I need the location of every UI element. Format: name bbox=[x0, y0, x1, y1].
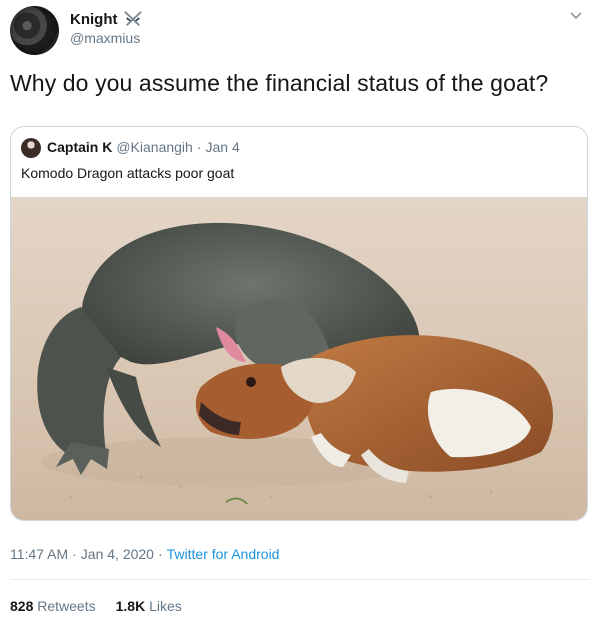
tweet-timestamp: 11:47 AM · Jan 4, 2020 · Twitter for And… bbox=[10, 546, 279, 562]
author-name[interactable]: Knight bbox=[70, 11, 117, 28]
likes-count: 1.8K bbox=[115, 598, 146, 614]
retweets-stat[interactable]: 828 Retweets bbox=[10, 598, 96, 614]
quoted-tweet-text: Komodo Dragon attacks poor goat bbox=[21, 165, 235, 181]
tweet-stats: 828 Retweets 1.8K Likes bbox=[10, 598, 182, 614]
tweet-text: Why do you assume the financial status o… bbox=[10, 70, 549, 96]
chevron-down-icon[interactable] bbox=[568, 8, 584, 24]
likes-stat[interactable]: 1.8K Likes bbox=[116, 598, 182, 614]
divider bbox=[10, 579, 590, 580]
author-name-row[interactable]: Knight bbox=[70, 10, 144, 28]
quoted-date[interactable]: Jan 4 bbox=[206, 139, 240, 155]
tweet-date[interactable]: Jan 4, 2020 bbox=[81, 546, 154, 562]
quoted-separator: · bbox=[196, 139, 202, 155]
retweets-label: Retweets bbox=[37, 598, 96, 614]
quoted-author-handle[interactable]: @Kianangih bbox=[116, 139, 193, 155]
meta-separator-2: · bbox=[157, 546, 163, 562]
komodo-dragon-goat-photo[interactable] bbox=[11, 197, 587, 520]
retweets-count: 828 bbox=[10, 598, 34, 614]
tweet-source-link[interactable]: Twitter for Android bbox=[167, 546, 280, 562]
quoted-tweet-header: Captain K @Kianangih · Jan 4 bbox=[47, 139, 240, 155]
quoted-author-avatar[interactable] bbox=[21, 138, 41, 158]
quoted-tweet[interactable]: Captain K @Kianangih · Jan 4 Komodo Drag… bbox=[10, 126, 588, 521]
author-handle[interactable]: @maxmius bbox=[70, 30, 140, 46]
likes-label: Likes bbox=[149, 598, 182, 614]
crossed-swords-icon bbox=[124, 11, 143, 26]
author-avatar[interactable] bbox=[10, 6, 59, 55]
tweet-time[interactable]: 11:47 AM bbox=[10, 546, 68, 562]
quoted-author-name[interactable]: Captain K bbox=[47, 139, 112, 155]
meta-separator-1: · bbox=[72, 546, 77, 562]
